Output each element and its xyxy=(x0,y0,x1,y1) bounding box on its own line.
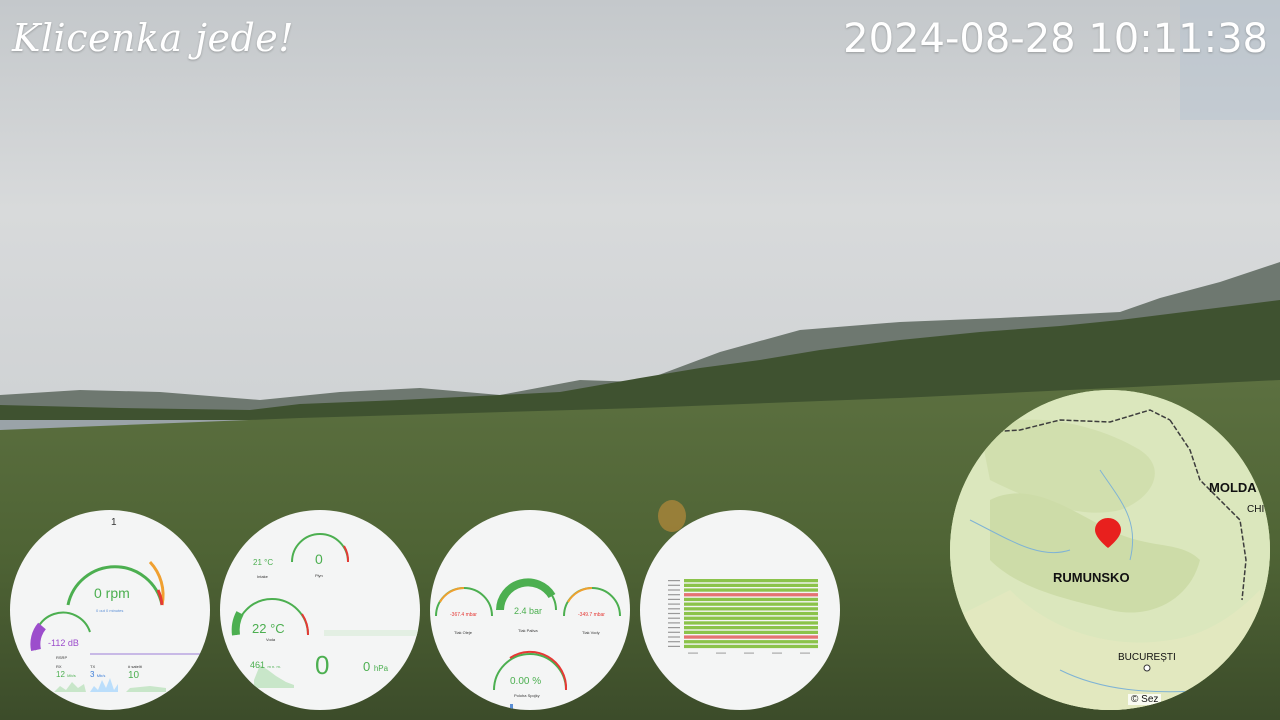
status-axis-tick xyxy=(716,652,726,654)
status-row-bar xyxy=(684,616,818,620)
status-row-bar xyxy=(684,644,818,649)
status-axis-tick xyxy=(744,652,754,654)
satellites-label: # satelit xyxy=(128,664,142,669)
status-axis-tick xyxy=(688,652,698,654)
intake-temp-value: 21 °C xyxy=(253,558,274,567)
oil-pressure-value: -367.4 mbar xyxy=(450,612,477,618)
status-row-label xyxy=(668,636,680,638)
gas-value: 0 xyxy=(315,551,323,567)
signal-gauge-fill xyxy=(30,622,47,652)
status-timeline-panel xyxy=(640,510,840,710)
status-timeline-chart xyxy=(668,579,818,654)
big-zero-value: 0 xyxy=(315,650,330,680)
water-temp-label: Voda xyxy=(266,637,276,642)
status-row-label xyxy=(668,608,680,610)
status-row-bar xyxy=(684,626,818,630)
fuel-pressure-value: 2.4 bar xyxy=(514,606,543,616)
status-row-bar xyxy=(684,579,818,583)
status-row-label xyxy=(668,594,680,596)
status-row-bar xyxy=(684,630,818,634)
water-pressure-label: Tlak Vody xyxy=(582,630,600,635)
timestamp: 2024-08-28 10:11:38 xyxy=(843,16,1268,62)
tx-value: 3 Mb/s xyxy=(90,670,106,679)
stream-title: Klicenka jede! xyxy=(12,16,295,60)
status-row-label xyxy=(668,612,680,615)
pressure-gauge-panel: -367.4 mbar Tlak Oleje 2.4 bar Tlak Pali… xyxy=(430,510,630,710)
oil-pressure-label: Tlak Oleje xyxy=(454,630,473,635)
status-row-label xyxy=(668,641,680,643)
tx-sparkline xyxy=(90,678,118,692)
status-row-label xyxy=(668,622,680,624)
status-row-bar xyxy=(684,583,818,587)
status-row-bar xyxy=(684,588,818,592)
environment-gauge-panel: 21 °C Intake 0 Plyn 22 °C Voda 461 m n. … xyxy=(220,510,420,710)
neighbor-label: MOLDA xyxy=(1209,480,1257,495)
satellites-value: 10 xyxy=(128,670,140,681)
rx-value: 12 Mb/s xyxy=(56,670,76,679)
status-axis-tick xyxy=(800,652,810,654)
signal-value: -112 dB xyxy=(48,638,79,648)
engine-gauge-panel: 1 0 rpm 0 out 0 minutes -112 dB RSRP RX … xyxy=(10,510,210,710)
status-row-bar xyxy=(684,597,818,602)
rpm-subtitle: 0 out 0 minutes xyxy=(96,608,124,613)
clutch-position-value: 0.00 % xyxy=(510,676,542,687)
country-label: RUMUNSKO xyxy=(1053,570,1130,585)
fuel-pressure-label: Tlak Paliva xyxy=(518,628,538,633)
status-row-bar xyxy=(684,607,818,611)
status-row-label xyxy=(668,603,680,605)
status-row-bar xyxy=(684,611,818,616)
tx-label: TX xyxy=(90,664,96,669)
gas-label: Plyn xyxy=(315,573,323,578)
rx-label: RX xyxy=(56,664,62,669)
status-row-bar xyxy=(684,640,818,644)
intake-temp-label: Intake xyxy=(257,574,268,579)
water-pressure-value: -349.7 mbar xyxy=(578,612,605,618)
altitude-value: 461 m n. m. xyxy=(250,660,281,670)
status-row-label xyxy=(668,589,680,591)
panel-number: 1 xyxy=(111,517,117,528)
status-row-label xyxy=(668,631,680,633)
status-row-bar xyxy=(684,593,818,597)
status-row-label xyxy=(668,580,680,582)
status-row-bar xyxy=(684,635,818,639)
pressure-value: 0 hPa xyxy=(363,659,389,674)
status-row-bar xyxy=(684,602,818,606)
status-row-label xyxy=(668,598,680,600)
water-temp-value: 22 °C xyxy=(252,621,285,636)
sat-sparkline xyxy=(126,686,166,692)
clutch-position-label: Poloha Spojky xyxy=(514,693,540,698)
status-row-label xyxy=(668,645,680,647)
status-axis-tick xyxy=(772,652,782,654)
location-map[interactable]: RUMUNSKO MOLDA CHI BUCUREȘTI © Sez xyxy=(950,390,1270,710)
city-label: BUCUREȘTI xyxy=(1118,652,1176,663)
status-row-label xyxy=(668,584,680,586)
city-marker-icon xyxy=(1143,664,1151,672)
signal-label: RSRP xyxy=(56,655,68,660)
status-row-bar xyxy=(684,621,818,625)
neighbor-label-2: CHI xyxy=(1247,504,1265,515)
rpm-value: 0 rpm xyxy=(94,585,130,601)
rx-sparkline xyxy=(54,682,86,692)
map-attribution[interactable]: © Sez xyxy=(1128,694,1162,705)
status-row-label xyxy=(668,617,680,619)
status-row-label xyxy=(668,627,680,629)
